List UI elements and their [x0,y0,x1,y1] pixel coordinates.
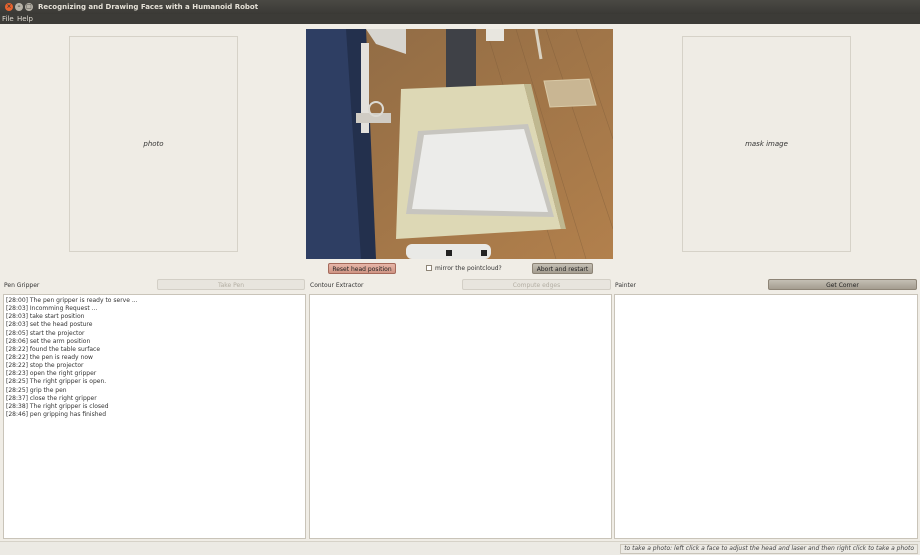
window-title: Recognizing and Drawing Faces with a Hum… [38,3,259,11]
menu-help[interactable]: Help [17,15,33,23]
contour-extractor-label: Contour Extractor [310,282,364,289]
status-bar: to take a photo: left click a face to ad… [0,541,920,555]
close-window-button[interactable]: × [5,3,13,11]
log-line: [28:03] take start position [6,313,85,321]
painter-log[interactable] [614,294,918,539]
camera-view[interactable] [306,29,613,259]
compute-edges-button[interactable]: Compute edges [462,279,611,290]
mirror-pointcloud-label: mirror the pointcloud? [435,265,502,272]
log-line: [28:23] open the right gripper [6,370,97,378]
log-line: [28:06] set the arm position [6,337,91,345]
maximize-window-button[interactable]: □ [25,3,33,11]
camera-image [306,29,613,259]
take-pen-button[interactable]: Take Pen [157,279,305,290]
log-line: [28:46] pen gripping has finished [6,410,107,418]
photo-panel[interactable]: photo [69,36,238,252]
log-line: [28:37] close the right gripper [6,394,97,402]
log-line: [28:03] Incomming Request ... [6,305,98,313]
menu-bar: File Help [0,14,920,24]
abort-and-restart-button[interactable]: Abort and restart [532,263,593,274]
log-line: [28:00] The pen gripper is ready to serv… [6,297,138,304]
pen-gripper-log[interactable]: [28:00] The pen gripper is ready to serv… [3,294,306,539]
photo-placeholder-label: photo [143,140,164,148]
mirror-pointcloud-checkbox[interactable] [426,265,432,271]
log-line: [28:38] The right gripper is closed [6,402,109,410]
log-line: [28:25] grip the pen [6,386,67,394]
title-bar: × – □ Recognizing and Drawing Faces with… [0,0,920,14]
painter-label: Painter [615,282,637,289]
get-corner-button[interactable]: Get Corner [768,279,917,290]
pen-gripper-label: Pen Gripper [4,282,40,289]
log-line: [28:25] The right gripper is open. [6,378,107,386]
log-line: [28:03] set the head posture [6,321,93,329]
log-line: [28:22] the pen is ready now [6,353,93,361]
status-message: to take a photo: left click a face to ad… [620,544,918,554]
mask-image-panel[interactable]: mask image [682,36,851,252]
contour-extractor-log[interactable] [309,294,612,539]
mask-placeholder-label: mask image [745,140,788,148]
log-line: [28:22] found the table surface [6,345,101,353]
log-line: [28:05] start the projector [6,329,85,337]
minimize-window-button[interactable]: – [15,3,23,11]
log-line: [28:22] stop the projector [6,362,84,370]
menu-file[interactable]: File [2,15,14,23]
reset-head-position-button[interactable]: Reset head position [328,263,396,274]
